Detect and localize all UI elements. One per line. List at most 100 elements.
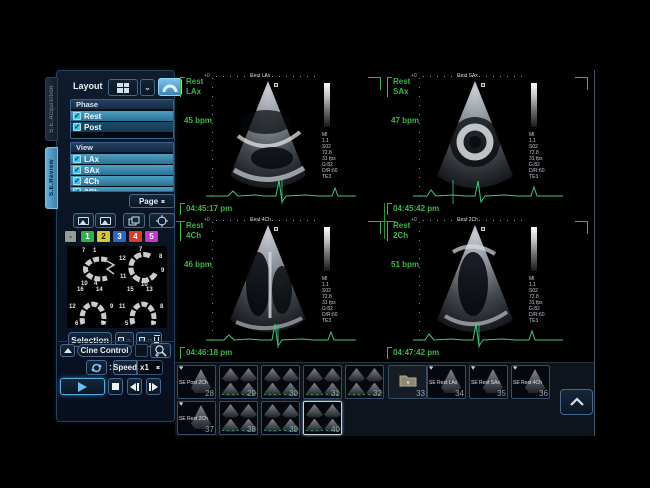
thumbnail-36[interactable]: ♥ SE Rest 4Ch 36 — [511, 365, 550, 399]
grayscale-bar — [324, 83, 330, 127]
view-item-4ch[interactable]: ✓4Ch — [71, 176, 173, 186]
phase-item-post[interactable]: ✓ Post — [71, 122, 173, 132]
selection-corner-marker — [368, 77, 381, 90]
cine-zoom-button[interactable] — [150, 343, 171, 358]
thumbnail-31[interactable]: 31 — [303, 365, 342, 399]
label-bracket — [180, 221, 185, 241]
loop-icon — [90, 362, 103, 374]
segment-diagram-lax[interactable]: 7 1 10 4 — [69, 248, 117, 288]
quadrant-label: Rest SAx — [393, 77, 410, 97]
chevron-up-icon — [567, 396, 587, 408]
selection-corner-marker — [575, 77, 588, 90]
thumbnail-34[interactable]: ♥ SE Rest LAx 34 — [427, 365, 466, 399]
heart-rate: 45 bpm — [184, 116, 212, 125]
checkbox-checked-icon[interactable]: ✓ — [73, 177, 81, 185]
label-bracket — [387, 221, 392, 241]
segment-diagram-2ch[interactable]: 15 13 11 8 5 2 — [119, 288, 167, 328]
loop-mode-button[interactable] — [86, 360, 107, 375]
checkbox-checked-icon[interactable]: ✓ — [73, 166, 81, 174]
view-group: View ✓LAx ✓SAx ✓4Ch ✓2Ch — [70, 142, 174, 192]
score-button-2[interactable]: 2 — [96, 230, 111, 243]
layout-dropdown-button[interactable]: ⌄ — [140, 79, 155, 96]
thumbnail-39[interactable]: 39 — [261, 401, 300, 435]
score-button-4[interactable]: 4 — [128, 230, 143, 243]
thumbnail-33-folder[interactable]: ♥ 33 — [388, 365, 427, 399]
score-button-none[interactable]: - — [64, 230, 77, 243]
save-image-button[interactable] — [73, 213, 94, 228]
heart-icon: ♥ — [179, 365, 183, 372]
thumbnail-30[interactable]: 30 — [261, 365, 300, 399]
timestamp-bracket — [180, 203, 185, 215]
play-icon — [78, 382, 87, 392]
heart-rate: 47 bpm — [391, 116, 419, 125]
heart-rate: 51 bpm — [391, 260, 419, 269]
thumbnail-28[interactable]: ♥ SE Post 2Ch 28 — [177, 365, 216, 399]
image-parameters: MI1.1S0272.831 fpsG:82D/R:60TE3 — [529, 276, 559, 324]
label-bracket — [180, 77, 185, 97]
target-tool-button[interactable] — [149, 213, 175, 228]
heart-icon: ♥ — [429, 365, 433, 372]
thumbnail-35[interactable]: ♥ SE Rest SAx 35 — [469, 365, 508, 399]
heart-icon: ♥ — [471, 365, 475, 372]
play-button[interactable] — [60, 378, 105, 395]
view-item-lax[interactable]: ✓LAx — [71, 154, 173, 164]
segment-diagram-sax[interactable]: 7 8 9 10 11 12 — [119, 248, 167, 288]
ecg-trace — [413, 320, 563, 350]
thumbnail-32[interactable]: 32 — [345, 365, 384, 399]
phase-item-rest[interactable]: ✓ Rest — [71, 111, 173, 121]
quadrant-rest-lax[interactable]: Rest LAx 45 bpm +0 Rest LAx MI1.1S0272.8… — [176, 72, 383, 215]
quadrant-label: Rest 4Ch — [186, 221, 203, 241]
screen: { "side_tabs": { "acquisition": "S.E.Acq… — [0, 0, 650, 488]
filmstrip-collapse-button[interactable] — [560, 389, 593, 415]
copy-view-button[interactable] — [123, 213, 145, 228]
thumbnail-38[interactable]: 38 — [219, 401, 258, 435]
cine-collapse-button[interactable] — [60, 344, 75, 357]
view-item-sax[interactable]: ✓SAx — [71, 165, 173, 175]
phase-group: Phase ✓ Rest ✓ Post — [70, 99, 174, 139]
checkbox-checked-icon[interactable]: ✓ — [73, 123, 81, 131]
ruler-origin: +0 — [411, 217, 417, 223]
page-button[interactable]: Page — [129, 194, 175, 208]
score-button-3[interactable]: 3 — [112, 230, 127, 243]
timestamp-bracket — [180, 347, 185, 359]
quadrant-rest-sax[interactable]: Rest SAx 47 bpm +0 Rest SAx MI1.1S0272.8… — [383, 72, 590, 215]
stop-button[interactable] — [108, 378, 123, 395]
tab-se-review[interactable]: S.E.Review — [45, 147, 58, 209]
quadrant-rest-2ch[interactable]: Rest 2Ch 51 bpm +0 Rest 2Ch MI1.1S0272.8… — [383, 216, 590, 359]
checkbox-checked-icon[interactable]: ✓ — [73, 155, 81, 163]
chevron-down-icon: ⌄ — [144, 83, 151, 92]
timestamp-bracket — [387, 203, 392, 215]
tab-se-acquisition[interactable]: S.E.Acquisition — [45, 77, 58, 141]
timestamp: 04:46:18 pm — [186, 348, 232, 357]
lax-segment-icon — [69, 248, 117, 288]
checkbox-checked-icon[interactable]: ✓ — [73, 112, 81, 120]
quadrant-rest-4ch[interactable]: Rest 4Ch 46 bpm +0 Rest 4Ch MI1.1S0272.8… — [176, 216, 383, 359]
image-icon — [100, 217, 111, 225]
viewport-right-border — [594, 70, 595, 436]
layout-grid-select[interactable] — [108, 79, 138, 96]
ecg-trace — [206, 320, 356, 350]
view-item-2ch[interactable]: ✓2Ch — [71, 187, 173, 192]
save-image-alt-button[interactable] — [95, 213, 116, 228]
step-forward-button[interactable] — [146, 378, 161, 395]
selection-corner-marker — [575, 221, 588, 234]
cine-control-header[interactable]: Cine Control — [77, 344, 132, 357]
step-back-button[interactable] — [127, 378, 142, 395]
stop-icon — [112, 383, 119, 390]
thumbnail-37[interactable]: ♥ SE Rest 2Ch 37 — [177, 401, 216, 435]
divider — [58, 341, 174, 342]
score-button-5[interactable]: 5 — [144, 230, 159, 243]
step-forward-icon — [152, 383, 158, 391]
segment-diagram-area: 7 1 10 4 7 8 9 10 11 12 16 14 12 9 6 3 — [67, 246, 167, 328]
score-button-1[interactable]: 1 — [80, 230, 95, 243]
image-parameters: MI1.1S0272.831 fpsG:82D/R:60TE3 — [322, 132, 352, 180]
thumbnail-29[interactable]: 29 — [219, 365, 258, 399]
page-spinner-icon[interactable] — [161, 200, 165, 203]
speed-spinner-icon[interactable] — [156, 366, 160, 369]
checkbox-checked-icon[interactable]: ✓ — [73, 188, 81, 192]
speed-label: Speed — [113, 360, 137, 375]
speed-value-field[interactable]: x1 — [137, 360, 163, 375]
quadrant-label: Rest LAx — [186, 77, 203, 97]
segment-diagram-4ch[interactable]: 16 14 12 9 6 3 — [69, 288, 117, 328]
thumbnail-40-selected[interactable]: 40 — [303, 401, 342, 435]
